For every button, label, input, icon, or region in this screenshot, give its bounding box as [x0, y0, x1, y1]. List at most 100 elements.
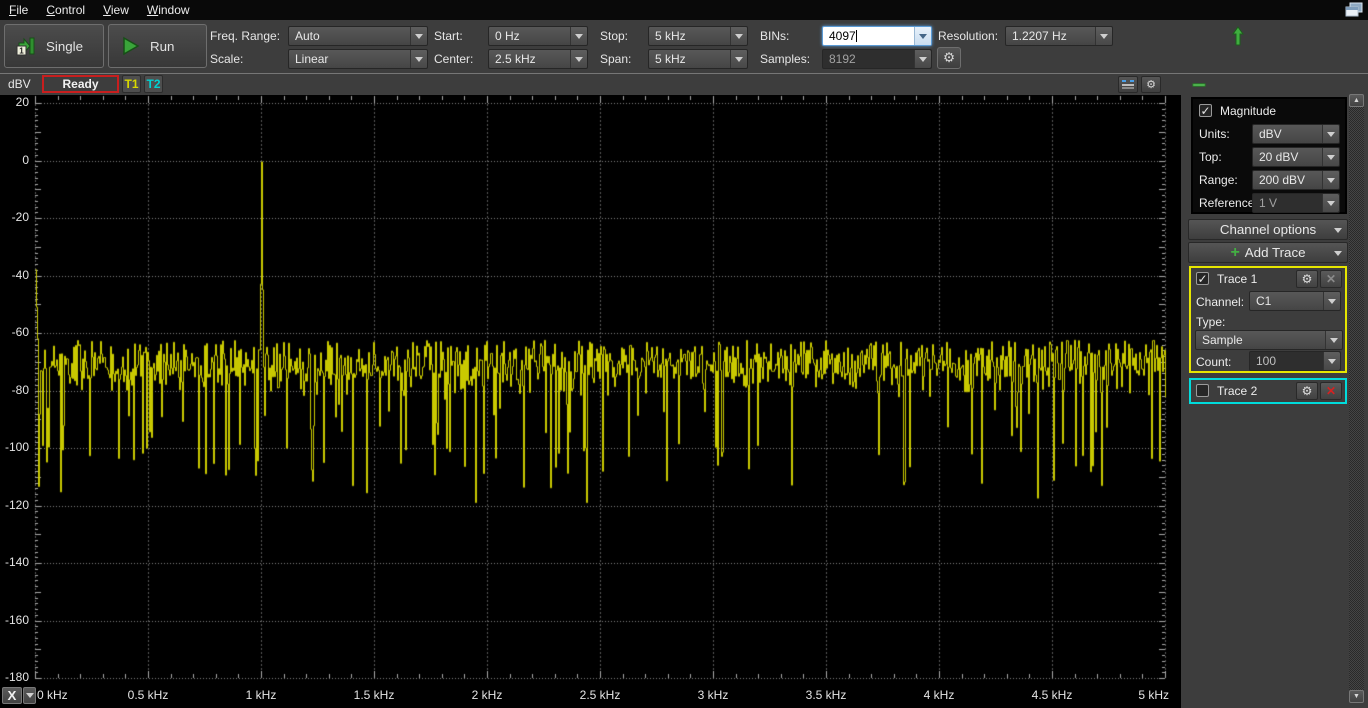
close-icon: ✕: [1325, 384, 1337, 398]
run-icon: [123, 36, 140, 56]
menu-bar: File Control View Window: [0, 0, 1368, 20]
center-select[interactable]: 2.5 kHz: [488, 49, 588, 69]
menu-view[interactable]: View: [94, 1, 138, 19]
gear-icon: ⚙: [943, 50, 955, 65]
span-label: Span:: [600, 52, 632, 66]
spectrum-plot-area[interactable]: [0, 0, 1181, 708]
x-axis-mode-button[interactable]: X: [2, 687, 22, 704]
trace1-type-select[interactable]: Sample: [1195, 330, 1343, 350]
trace2-settings-button[interactable]: ⚙: [1296, 382, 1318, 400]
reference-select[interactable]: 1 V: [1252, 193, 1340, 213]
text-cursor: [855, 30, 857, 42]
x-axis-tick-label: 1.5 kHz: [353, 688, 395, 702]
acquisition-settings-button[interactable]: ⚙: [937, 47, 961, 69]
start-select[interactable]: 0 Hz: [488, 26, 588, 46]
chevron-down-icon: [914, 50, 931, 68]
top-select[interactable]: 20 dBV: [1252, 147, 1340, 167]
chevron-down-icon: [914, 27, 931, 45]
center-label: Center:: [434, 52, 474, 66]
gear-icon: ⚙: [1146, 79, 1156, 91]
trace2-checkbox[interactable]: [1196, 384, 1209, 397]
resolution-label: Resolution:: [938, 29, 999, 43]
x-axis-tick-label: 3 kHz: [697, 688, 729, 702]
trace2-close-button[interactable]: ✕: [1320, 382, 1342, 400]
freq-range-label: Freq. Range:: [210, 29, 281, 43]
status-badge: Ready: [42, 75, 119, 93]
menu-window[interactable]: Window: [138, 1, 199, 19]
tab-trace2[interactable]: T2: [144, 75, 163, 93]
plot-header: dBV Ready T1 T2 ⚙: [0, 74, 1181, 95]
magnitude-section: Magnitude Units: dBV Top: 20 dBV Range: …: [1191, 97, 1347, 214]
scale-label: Scale:: [210, 52, 244, 66]
scrollbar-up-button[interactable]: ▲: [1349, 94, 1364, 107]
y-axis-unit-label: dBV: [8, 77, 31, 91]
toolbar: 1 Single Run Freq. Range: Scale: Auto Li…: [0, 20, 1368, 74]
trace1-close-button[interactable]: ✕: [1320, 270, 1342, 288]
reference-label: Reference:: [1199, 196, 1258, 210]
close-icon: ✕: [1325, 272, 1337, 286]
scroll-up-indicator-icon[interactable]: [1230, 25, 1246, 47]
range-select[interactable]: 200 dBV: [1252, 170, 1340, 190]
x-axis-tick-label: 4 kHz: [923, 688, 955, 702]
magnitude-checkbox[interactable]: [1199, 104, 1212, 117]
y-axis-tick-label: 0: [22, 152, 29, 167]
samples-select[interactable]: 8192: [822, 49, 932, 69]
panel-scrollbar: ▲ ▼: [1349, 94, 1364, 703]
resolution-select[interactable]: 1.2207 Hz: [1005, 26, 1113, 46]
cursors-button[interactable]: [1118, 76, 1138, 93]
cascade-windows-icon[interactable]: [1344, 2, 1364, 18]
cursors-icon: [1122, 80, 1134, 89]
range-label: Range:: [1199, 173, 1238, 187]
trace1-channel-label: Channel:: [1196, 295, 1245, 309]
bins-input[interactable]: 4097: [822, 26, 932, 46]
chevron-down-icon: [1334, 251, 1342, 256]
trace2-title: Trace 2: [1217, 384, 1258, 398]
run-button[interactable]: Run: [108, 24, 207, 68]
scrollbar-track[interactable]: [1349, 107, 1364, 690]
stop-select[interactable]: 5 kHz: [648, 26, 748, 46]
chevron-down-icon: [570, 27, 587, 45]
triangle-up-icon: ▲: [1353, 97, 1360, 104]
x-axis-mode-dropdown[interactable]: [23, 687, 36, 704]
y-axis-tick-label: -160: [4, 612, 29, 627]
menu-control[interactable]: Control: [37, 1, 94, 19]
plus-icon: +: [1230, 243, 1240, 261]
y-axis-tick-label: -140: [4, 555, 29, 569]
chevron-down-icon: [1334, 228, 1342, 233]
gear-icon: ⚙: [1301, 384, 1313, 398]
scale-select[interactable]: Linear: [288, 49, 428, 69]
units-select[interactable]: dBV: [1252, 124, 1340, 144]
chevron-down-icon: [730, 27, 747, 45]
menu-file[interactable]: File: [0, 1, 37, 19]
x-axis-tick-label: 2 kHz: [471, 688, 503, 702]
y-axis-tick-label: -20: [11, 210, 29, 224]
trace1-channel-select[interactable]: C1: [1249, 291, 1341, 311]
y-axis-tick-label: 20: [15, 95, 29, 109]
span-select[interactable]: 5 kHz: [648, 49, 748, 69]
trace1-panel: Trace 1 ⚙ ✕ Channel: C1 Type: Sample Cou…: [1189, 266, 1347, 373]
stop-label: Stop:: [600, 29, 629, 43]
y-axis-tick-label: -120: [4, 497, 29, 512]
freq-range-select[interactable]: Auto: [288, 26, 428, 46]
trace1-checkbox[interactable]: [1196, 272, 1209, 285]
svg-text:1: 1: [19, 47, 24, 56]
chevron-down-icon: [570, 50, 587, 68]
trace1-settings-button[interactable]: ⚙: [1296, 270, 1318, 288]
plot-settings-button[interactable]: ⚙: [1141, 76, 1161, 93]
channel-options-button[interactable]: Channel options: [1188, 219, 1348, 240]
y-axis-tick-label: -100: [4, 440, 29, 454]
x-axis-tick-label: 3.5 kHz: [805, 688, 847, 702]
scrollbar-down-button[interactable]: ▼: [1349, 690, 1364, 703]
chevron-down-icon: [1322, 194, 1339, 212]
add-trace-button[interactable]: + Add Trace: [1188, 242, 1348, 263]
bins-label: BINs:: [760, 29, 790, 43]
trace1-count-select[interactable]: 100: [1249, 351, 1341, 371]
units-label: Units:: [1199, 127, 1230, 141]
trace2-panel: Trace 2 ⚙ ✕: [1189, 378, 1347, 404]
single-button[interactable]: 1 Single: [4, 24, 104, 68]
tab-trace1[interactable]: T1: [122, 75, 141, 93]
collapse-panel-icon[interactable]: [1192, 83, 1206, 87]
x-axis-tick-label: 5 kHz: [1138, 688, 1169, 702]
y-axis-tick-label: -180: [4, 670, 29, 684]
chevron-down-icon: [730, 50, 747, 68]
